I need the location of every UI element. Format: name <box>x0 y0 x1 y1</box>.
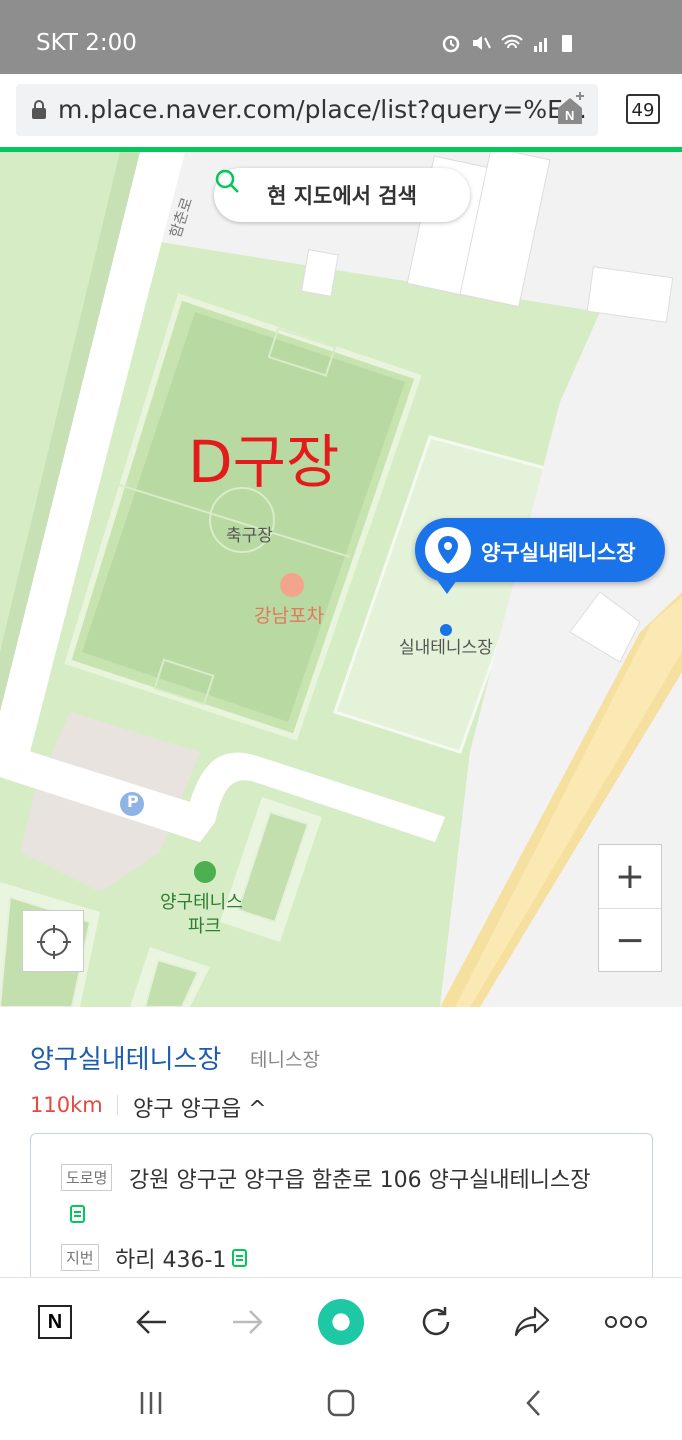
place-name[interactable]: 양구실내테니스장 <box>30 1039 221 1076</box>
home-button[interactable] <box>321 1383 361 1423</box>
system-nav-bar <box>0 1363 682 1440</box>
status-bar: SKT 2:00 <box>0 0 682 74</box>
more-dots-icon <box>605 1316 647 1328</box>
alarm-icon <box>442 35 460 53</box>
search-this-area-label: 현 지도에서 검색 <box>267 184 417 208</box>
green-dot-button[interactable] <box>317 1298 365 1346</box>
search-this-area-button[interactable]: 현 지도에서 검색 <box>214 168 470 222</box>
road-address-tag: 도로명 <box>61 1164 113 1191</box>
place-distance: 110km <box>30 1093 103 1117</box>
add-to-home-icon: N <box>558 92 584 124</box>
soccer-field-label: 축구장 <box>226 526 273 546</box>
copy-icon[interactable] <box>69 1202 89 1224</box>
tab-count-button[interactable]: 49 <box>626 94 660 124</box>
current-location-button[interactable] <box>22 910 84 972</box>
recent-apps-icon <box>140 1392 162 1414</box>
share-arrow-icon <box>514 1306 550 1337</box>
system-back-button[interactable] <box>514 1383 554 1423</box>
tennis-court-label[interactable]: 실내테니스장 <box>399 633 493 658</box>
more-menu-button[interactable] <box>602 1298 650 1346</box>
selected-place-marker[interactable]: 양구실내테니스장 <box>415 518 665 594</box>
status-icons <box>440 32 574 54</box>
marker-label: 양구실내테니스장 <box>481 541 636 565</box>
lot-address-tag: 지번 <box>61 1244 99 1271</box>
search-icon <box>215 169 239 193</box>
divider <box>117 1095 118 1115</box>
park-label-line2[interactable]: 파크 <box>188 912 221 938</box>
location-pin-icon <box>438 536 458 564</box>
lot-address: 하리 436-1 <box>115 1248 227 1273</box>
browser-bottom-nav: N <box>0 1277 682 1364</box>
marker-tail <box>437 580 457 594</box>
address-bar[interactable]: m.place.naver.com/place/list?query=%E...… <box>16 84 598 136</box>
copy-icon[interactable] <box>231 1246 251 1268</box>
back-button[interactable] <box>128 1298 176 1346</box>
refresh-icon <box>422 1307 450 1336</box>
road-address: 강원 양구군 양구읍 함춘로 106 양구실내테니스장 <box>129 1168 591 1193</box>
svg-text:N: N <box>565 108 574 123</box>
chevron-left-icon <box>526 1390 540 1416</box>
place-category: 테니스장 <box>250 1049 320 1071</box>
zoom-out-button[interactable]: − <box>599 908 661 972</box>
home-square-icon <box>327 1389 355 1417</box>
region-toggle[interactable]: 양구 양구읍 ^ <box>133 1091 267 1123</box>
zoom-controls: + − <box>598 844 662 972</box>
naver-n-icon: N <box>38 1305 72 1339</box>
map-view[interactable]: 현 지도에서 검색 함춘로 축구장 강남포차 P 양구테니스 파크 실내테니스장… <box>0 152 682 1007</box>
park-label-line1[interactable]: 양구테니스 <box>160 888 243 914</box>
zoom-in-button[interactable]: + <box>599 845 661 908</box>
recent-apps-button[interactable] <box>131 1383 171 1423</box>
lock-icon <box>32 100 46 119</box>
crosshair-icon <box>37 925 71 959</box>
battery-icon <box>562 35 572 52</box>
arrow-right-icon <box>233 1310 263 1334</box>
refresh-button[interactable] <box>412 1298 460 1346</box>
restaurant-label[interactable]: 강남포차 <box>254 601 324 628</box>
place-info-panel: 양구실내테니스장 테니스장 110km 양구 양구읍 ^ 도로명 강원 양구군 … <box>0 1007 682 1303</box>
url-text[interactable]: m.place.naver.com/place/list?query=%E... <box>58 95 587 124</box>
browser-toolbar: m.place.naver.com/place/list?query=%E...… <box>0 74 682 148</box>
share-button[interactable] <box>508 1298 556 1346</box>
handwritten-annotation: D구장 <box>188 428 340 496</box>
green-dot-icon <box>317 1298 365 1346</box>
naver-home-button[interactable]: N <box>31 1298 79 1346</box>
parking-icon[interactable]: P <box>127 792 139 811</box>
marker-pin-circle <box>425 527 471 573</box>
arrow-left-icon <box>136 1310 166 1334</box>
mute-icon <box>473 36 491 50</box>
forward-button[interactable] <box>223 1298 271 1346</box>
signal-icon <box>534 38 547 52</box>
carrier-time: SKT 2:00 <box>36 30 137 56</box>
place-location-dot <box>440 624 452 636</box>
wifi-icon <box>501 34 523 49</box>
